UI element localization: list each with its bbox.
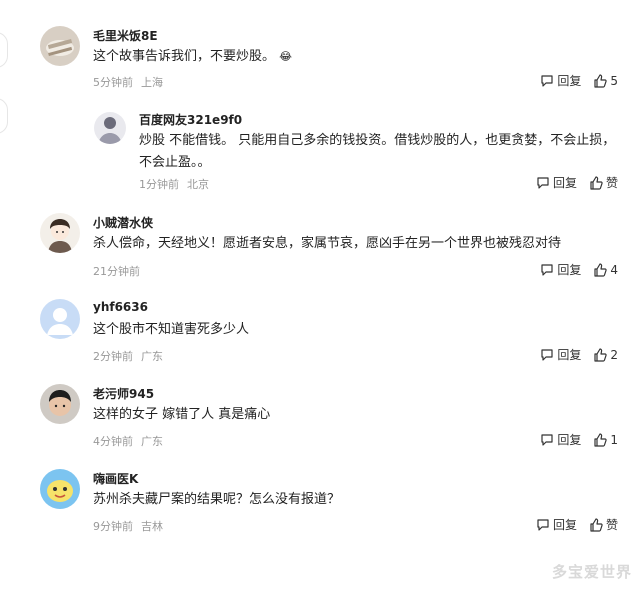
comment-text-body: 这个故事告诉我们，不要炒股。 [93, 49, 276, 64]
comment-text: 这样的女子 嫁错了人 真是痛心 [93, 407, 271, 422]
comment-time: 21分钟前 [93, 265, 140, 278]
comment-item: 毛里米饭8E 这个故事告诉我们，不要炒股。 😂 5分钟前 上海 回复 5 [0, 24, 640, 94]
comment-meta: 2分钟前 广东 [93, 348, 163, 364]
comment-reply-item: 百度网友321e9f0 炒股 不能借钱。 只能用自己多余的钱投资。借钱炒股的人，… [0, 108, 640, 198]
reply-button[interactable]: 回复 [540, 72, 581, 89]
like-count: 5 [610, 73, 618, 88]
reply-label: 回复 [552, 176, 577, 190]
comment-bubble-icon [541, 263, 553, 276]
like-count: 赞 [605, 176, 618, 190]
reply-button[interactable]: 回复 [536, 516, 577, 533]
like-count: 2 [610, 347, 618, 362]
avatar[interactable] [40, 384, 80, 424]
thumbs-up-icon [590, 517, 603, 532]
username[interactable]: 小贼潜水侠 [93, 214, 153, 231]
avatar[interactable] [40, 213, 80, 253]
comment-meta: 4分钟前 广东 [93, 433, 163, 449]
reply-button[interactable]: 回复 [540, 431, 581, 448]
comment-text: 这个股市不知道害死多少人 [93, 322, 250, 337]
comment-bubble-icon [541, 74, 553, 87]
comment-time: 9分钟前 [93, 520, 133, 533]
reply-label: 回复 [557, 348, 582, 362]
watermark-text: 多宝爱世界 [551, 563, 632, 581]
like-button[interactable]: 赞 [589, 516, 618, 533]
thumbs-up-icon [594, 432, 608, 447]
comment-actions: 回复 赞 [524, 516, 618, 533]
reply-label: 回复 [557, 433, 582, 447]
username[interactable]: yhf6636 [93, 300, 148, 314]
laugh-emoji-icon: 😂 [279, 50, 293, 63]
comment-time: 5分钟前 [93, 76, 133, 89]
thumbs-up-icon [594, 347, 608, 362]
comment-location: 吉林 [141, 520, 163, 533]
avatar[interactable] [94, 112, 126, 144]
comment-actions: 回复 2 [528, 346, 618, 363]
comment-text: 这个故事告诉我们，不要炒股。 😂 [93, 46, 292, 68]
comment-location: 上海 [141, 76, 163, 89]
comment-location: 广东 [141, 435, 163, 448]
like-button[interactable]: 2 [593, 348, 618, 362]
comment-actions: 回复 1 [528, 431, 618, 448]
comment-meta: 9分钟前 吉林 [93, 518, 163, 534]
reply-button[interactable]: 回复 [536, 174, 577, 191]
avatar[interactable] [40, 299, 80, 339]
reply-label: 回复 [557, 263, 582, 277]
comment-item: 小贼潜水侠 杀人偿命，天经地义！愿逝者安息，家属节哀，愿凶手在另一个世界也被残忍… [0, 211, 640, 281]
comment-text: 杀人偿命，天经地义！愿逝者安息，家属节哀，愿凶手在另一个世界也被残忍对待 [93, 236, 562, 251]
comment-text: 苏州杀夫藏尸案的结果呢？怎么没有报道？ [93, 492, 341, 507]
comment-actions: 回复 4 [528, 261, 618, 278]
like-button[interactable]: 4 [593, 263, 618, 277]
comment-location: 广东 [141, 350, 163, 363]
thumbs-up-icon [594, 262, 608, 277]
username[interactable]: 毛里米饭8E [93, 27, 158, 44]
reply-label: 回复 [557, 74, 582, 88]
like-count: 4 [610, 262, 618, 277]
comment-meta: 1分钟前 北京 [139, 176, 209, 192]
comment-time: 4分钟前 [93, 435, 133, 448]
like-count: 赞 [605, 518, 618, 532]
reply-button[interactable]: 回复 [540, 346, 581, 363]
like-button[interactable]: 赞 [589, 174, 618, 191]
like-count: 1 [610, 432, 618, 447]
comment-time: 1分钟前 [139, 178, 179, 191]
comment-item: 老污师945 这样的女子 嫁错了人 真是痛心 4分钟前 广东 回复 1 [0, 382, 640, 452]
comment-bubble-icon [537, 176, 549, 189]
username[interactable]: 老污师945 [93, 385, 154, 402]
comment-location: 北京 [187, 178, 209, 191]
username[interactable]: 嗨画医K [93, 470, 138, 487]
like-button[interactable]: 5 [593, 74, 618, 88]
like-button[interactable]: 1 [593, 433, 618, 447]
comment-bubble-icon [541, 348, 553, 361]
comment-meta: 21分钟前 [93, 263, 140, 279]
comment-item: yhf6636 这个股市不知道害死多少人 2分钟前 广东 回复 2 [0, 297, 640, 367]
comment-meta: 5分钟前 上海 [93, 74, 163, 90]
comment-time: 2分钟前 [93, 350, 133, 363]
avatar[interactable] [40, 469, 80, 509]
comment-actions: 回复 赞 [524, 174, 618, 191]
comment-bubble-icon [541, 433, 553, 446]
comment-text: 炒股 不能借钱。 只能用自己多余的钱投资。借钱炒股的人，也更贪婪，不会止损，不会… [139, 133, 616, 170]
comment-bubble-icon [537, 518, 549, 531]
comment-item: 嗨画医K 苏州杀夫藏尸案的结果呢？怎么没有报道？ 9分钟前 吉林 回复 赞 [0, 467, 640, 537]
reply-button[interactable]: 回复 [540, 261, 581, 278]
avatar[interactable] [40, 26, 80, 66]
comment-actions: 回复 5 [528, 72, 618, 89]
thumbs-up-icon [594, 73, 608, 88]
username[interactable]: 百度网友321e9f0 [139, 111, 242, 128]
reply-label: 回复 [552, 518, 577, 532]
thumbs-up-icon [590, 175, 603, 190]
